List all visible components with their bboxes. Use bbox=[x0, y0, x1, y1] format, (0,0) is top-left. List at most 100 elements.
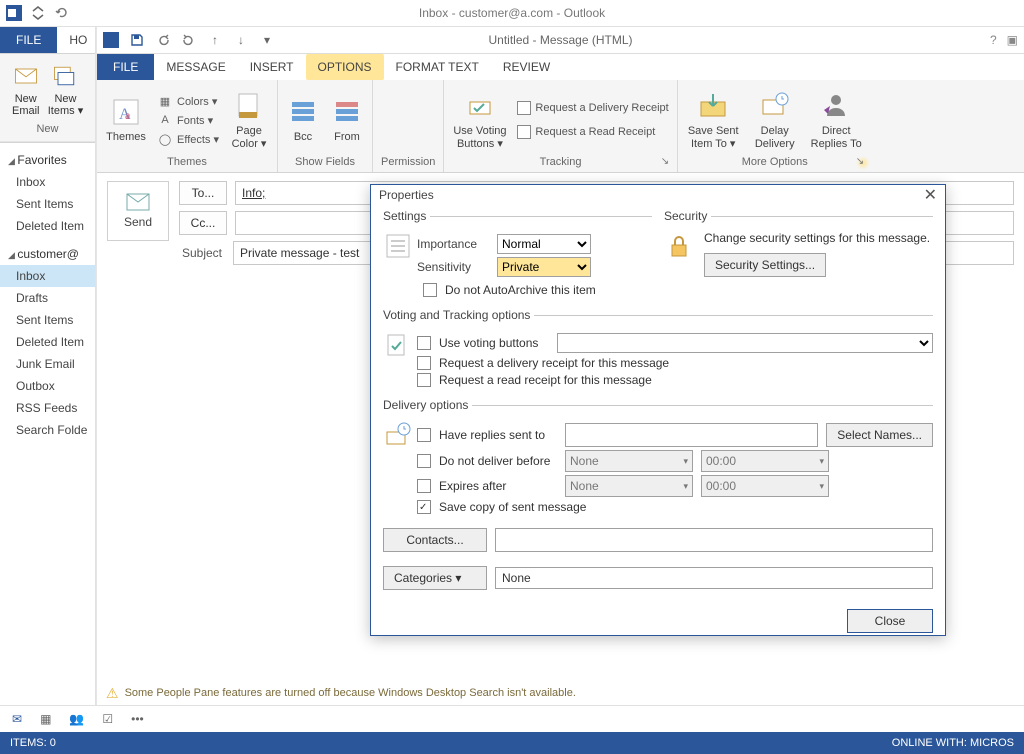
outer-sidebar: FILE HO New Email New Items ▾ New Favori… bbox=[0, 27, 96, 711]
info-bar: ⚠ Some People Pane features are turned o… bbox=[98, 680, 1024, 706]
expires-after-checkbox[interactable] bbox=[417, 479, 431, 493]
qat-save-icon[interactable] bbox=[129, 32, 145, 48]
account-header[interactable]: customer@ bbox=[0, 237, 95, 265]
dialog-close-icon[interactable]: ✕ bbox=[924, 185, 937, 205]
categories-value: None bbox=[502, 571, 531, 585]
folder-rss-feeds[interactable]: RSS Feeds bbox=[0, 397, 95, 419]
new-items-icon bbox=[51, 62, 79, 90]
status-online: ONLINE WITH: MICROS bbox=[892, 737, 1014, 749]
nav-tasks-icon[interactable]: ☑ bbox=[102, 712, 113, 726]
contacts-button[interactable]: Contacts... bbox=[383, 528, 487, 552]
more-options-dialog-launcher-icon[interactable]: ↘ bbox=[856, 156, 870, 170]
folder-outbox[interactable]: Outbox bbox=[0, 375, 95, 397]
use-voting-buttons-button[interactable]: Use Voting Buttons ▾ bbox=[452, 90, 507, 151]
info-bar-text: Some People Pane features are turned off… bbox=[125, 687, 576, 699]
outer-home-tab-truncated[interactable]: HO bbox=[57, 27, 99, 53]
qat-next-icon[interactable]: ↓ bbox=[233, 32, 249, 48]
fav-inbox[interactable]: Inbox bbox=[0, 171, 95, 193]
have-replies-sent-to-checkbox[interactable] bbox=[417, 428, 431, 442]
fav-deleted-items[interactable]: Deleted Item bbox=[0, 215, 95, 237]
select-names-button[interactable]: Select Names... bbox=[826, 423, 933, 447]
have-replies-input[interactable] bbox=[565, 423, 818, 447]
tracking-dialog-launcher-icon[interactable]: ↘ bbox=[661, 156, 675, 170]
request-read-receipt-checkbox[interactable]: Request a Read Receipt bbox=[517, 125, 668, 139]
contacts-input[interactable] bbox=[495, 528, 933, 552]
expires-after-time-combo[interactable]: 00:00 bbox=[701, 475, 829, 497]
outer-file-tab[interactable]: FILE bbox=[0, 27, 57, 53]
security-fieldset: Security Change security settings for th… bbox=[664, 209, 933, 277]
svg-text:a: a bbox=[125, 108, 131, 122]
new-email-button[interactable]: New Email bbox=[12, 62, 40, 117]
fav-sent-items[interactable]: Sent Items bbox=[0, 193, 95, 215]
save-sent-item-to-button[interactable]: Save Sent Item To ▾ bbox=[686, 90, 741, 151]
new-items-button[interactable]: New Items ▾ bbox=[48, 62, 83, 117]
theme-effects-button[interactable]: ◯Effects ▾ bbox=[157, 131, 219, 147]
do-not-autoarchive-checkbox[interactable] bbox=[423, 283, 437, 297]
settings-fieldset: Settings Importance Normal Sensitivity P… bbox=[383, 209, 652, 300]
theme-colors-button[interactable]: ▦Colors ▾ bbox=[157, 93, 219, 109]
restore-icon[interactable]: ▣ bbox=[1007, 33, 1018, 47]
folder-deleted-items[interactable]: Deleted Item bbox=[0, 331, 95, 353]
qat-customize-icon[interactable]: ▾ bbox=[259, 32, 275, 48]
tab-review[interactable]: REVIEW bbox=[491, 54, 562, 80]
folder-inbox[interactable]: Inbox bbox=[0, 265, 95, 287]
qat-undo-icon[interactable] bbox=[54, 5, 70, 21]
save-copy-checkbox[interactable] bbox=[417, 500, 431, 514]
voting-tracking-fieldset: Voting and Tracking options Use voting b… bbox=[383, 308, 933, 390]
qat-undo2-icon[interactable] bbox=[155, 32, 171, 48]
folder-sent-items[interactable]: Sent Items bbox=[0, 309, 95, 331]
save-sent-label: Save Sent Item To ▾ bbox=[688, 125, 739, 151]
voting-buttons-select[interactable] bbox=[557, 333, 933, 353]
direct-replies-icon bbox=[820, 90, 852, 122]
bcc-button[interactable]: Bcc bbox=[286, 96, 320, 144]
send-button[interactable]: Send bbox=[107, 181, 169, 241]
ribbon-group-show-fields: Bcc From Show Fields bbox=[278, 80, 373, 172]
deliver-before-date-combo[interactable]: None bbox=[565, 450, 693, 472]
to-button[interactable]: To... bbox=[179, 181, 227, 205]
qat-prev-icon[interactable]: ↑ bbox=[207, 32, 223, 48]
outer-window-title: Inbox - customer@a.com - Outlook bbox=[419, 6, 605, 20]
theme-fonts-button[interactable]: AFonts ▾ bbox=[157, 112, 219, 128]
request-delivery-receipt-checkbox-dlg[interactable] bbox=[417, 356, 431, 370]
do-not-deliver-before-checkbox[interactable] bbox=[417, 454, 431, 468]
delay-delivery-button[interactable]: Delay Delivery bbox=[751, 90, 799, 151]
close-button[interactable]: Close bbox=[847, 609, 933, 633]
status-items: ITEMS: 0 bbox=[10, 737, 56, 749]
deliver-before-time-combo[interactable]: 00:00 bbox=[701, 450, 829, 472]
sensitivity-select[interactable]: Private bbox=[497, 257, 591, 277]
tab-file[interactable]: FILE bbox=[97, 54, 154, 80]
qat-redo-icon[interactable] bbox=[181, 32, 197, 48]
request-delivery-receipt-checkbox[interactable]: Request a Delivery Receipt bbox=[517, 101, 668, 115]
folder-drafts[interactable]: Drafts bbox=[0, 287, 95, 309]
folder-junk-email[interactable]: Junk Email bbox=[0, 353, 95, 375]
nav-mail-icon[interactable]: ✉ bbox=[12, 712, 22, 726]
security-settings-button[interactable]: Security Settings... bbox=[704, 253, 826, 277]
direct-replies-to-button[interactable]: Direct Replies To bbox=[809, 90, 864, 151]
qat-send-receive-icon[interactable] bbox=[30, 5, 46, 21]
favorites-header[interactable]: Favorites bbox=[0, 143, 95, 171]
tab-message[interactable]: MESSAGE bbox=[154, 54, 237, 80]
nav-more-icon[interactable]: ••• bbox=[131, 712, 144, 726]
from-button[interactable]: From bbox=[330, 96, 364, 144]
expires-after-date-combo[interactable]: None bbox=[565, 475, 693, 497]
folder-search-folders[interactable]: Search Folde bbox=[0, 419, 95, 441]
themes-button[interactable]: Aa Themes bbox=[105, 96, 147, 144]
nav-calendar-icon[interactable]: ▦ bbox=[40, 712, 51, 726]
nav-people-icon[interactable]: 👥 bbox=[69, 712, 84, 726]
page-color-button[interactable]: Page Color ▾ bbox=[229, 90, 269, 151]
help-icon[interactable]: ? bbox=[990, 33, 997, 47]
request-read-receipt-checkbox-dlg[interactable] bbox=[417, 373, 431, 387]
cc-button[interactable]: Cc... bbox=[179, 211, 227, 235]
dialog-titlebar: Properties ✕ bbox=[371, 185, 945, 205]
save-sent-icon bbox=[697, 90, 729, 122]
importance-select[interactable]: Normal bbox=[497, 234, 591, 254]
settings-legend: Settings bbox=[383, 209, 430, 223]
delay-delivery-label: Delay Delivery bbox=[755, 125, 795, 151]
tab-format-text[interactable]: FORMAT TEXT bbox=[384, 54, 491, 80]
use-voting-buttons-checkbox[interactable] bbox=[417, 336, 431, 350]
categories-button[interactable]: Categories ▾ bbox=[383, 566, 487, 590]
tracking-group-label: Tracking bbox=[452, 156, 668, 170]
tab-options[interactable]: OPTIONS bbox=[306, 54, 384, 80]
categories-field[interactable]: None bbox=[495, 567, 933, 589]
tab-insert[interactable]: INSERT bbox=[238, 54, 306, 80]
